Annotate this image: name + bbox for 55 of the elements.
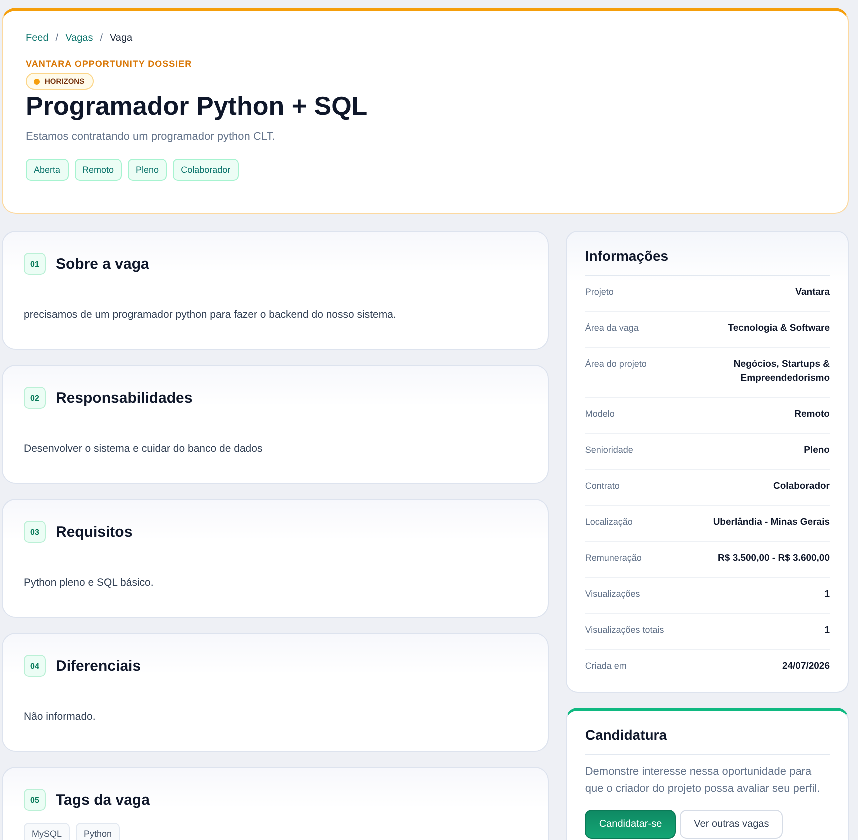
info-value: Pleno — [803, 444, 830, 458]
info-value: R$ 3.500,00 - R$ 3.600,00 — [717, 552, 830, 566]
tag: MySQL — [24, 823, 70, 840]
card-title: Candidatura — [585, 727, 830, 755]
section-text: Python pleno e SQL básico. — [24, 577, 155, 589]
info-label: Criada em — [585, 660, 628, 673]
info-value: Uberlândia - Minas Gerais — [712, 516, 830, 530]
tag: Python — [76, 823, 120, 840]
breadcrumb-link[interactable]: Vagas — [66, 33, 94, 44]
info-value: 24/07/2026 — [781, 660, 830, 674]
section-text: precisamos de um programador python para fazer o backend do nosso sistema. — [24, 309, 398, 321]
info-label: Contrato — [585, 480, 621, 493]
info-label: Visualizações totais — [585, 624, 664, 637]
job-subtitle: Estamos contratando um programador python CLT. — [26, 131, 276, 143]
section-text: Não informado. — [24, 711, 97, 723]
info-label: Área da vaga — [585, 322, 640, 335]
eyebrow-label: VANTARA OPPORTUNITY DOSSIER — [26, 59, 194, 69]
section-number: 03 — [24, 521, 46, 543]
tag: Colaborador — [173, 159, 239, 181]
info-label: Área do projeto — [585, 358, 648, 371]
info-label: Remuneração — [585, 552, 643, 565]
tag: Pleno — [128, 159, 168, 181]
info-label: Modelo — [585, 408, 616, 421]
section-number: 05 — [24, 789, 46, 811]
section-title: Sobre a vaga — [56, 256, 150, 272]
tag: Remoto — [74, 159, 122, 181]
info-value: Colaborador — [772, 480, 830, 494]
card-title: Informações — [585, 248, 830, 276]
section-number: 04 — [24, 655, 46, 677]
section-title: Responsabilidades — [56, 390, 193, 406]
apply-button[interactable]: Candidatar-se — [585, 810, 676, 839]
breadcrumb-current: Vaga — [110, 33, 133, 44]
section-title: Diferenciais — [56, 658, 142, 674]
job-title: Programador Python + SQL — [26, 91, 369, 122]
tag: Aberta — [26, 159, 69, 181]
info-label: Visualizações — [585, 588, 642, 601]
info-value: Tecnologia & Software — [727, 322, 830, 336]
section-title: Tags da vaga — [56, 792, 150, 808]
info-value: Remoto — [794, 408, 830, 422]
section-number: 02 — [24, 387, 46, 409]
info-label: Senioridade — [585, 444, 634, 457]
breadcrumb-link[interactable]: Feed — [26, 33, 49, 44]
breadcrumb-separator: / — [56, 33, 59, 44]
info-label: Projeto — [585, 286, 615, 299]
other-jobs-button[interactable]: Ver outras vagas — [680, 810, 784, 839]
application-text: Demonstre interesse nessa oportunidade para que o criador do projeto possa avaliar seu perfil. — [585, 765, 822, 797]
section-title: Requisitos — [56, 524, 133, 540]
breadcrumb-separator: / — [100, 33, 103, 44]
info-value: 1 — [824, 624, 830, 638]
section-number: 01 — [24, 253, 46, 275]
section-text: Desenvolver o sistema e cuidar do banco de dados — [24, 443, 264, 455]
info-label: Localização — [585, 516, 634, 529]
info-value: Vantara — [794, 286, 830, 300]
info-value: Negócios, Startups & Empreendedorismo — [732, 358, 830, 386]
info-value: 1 — [824, 588, 830, 602]
